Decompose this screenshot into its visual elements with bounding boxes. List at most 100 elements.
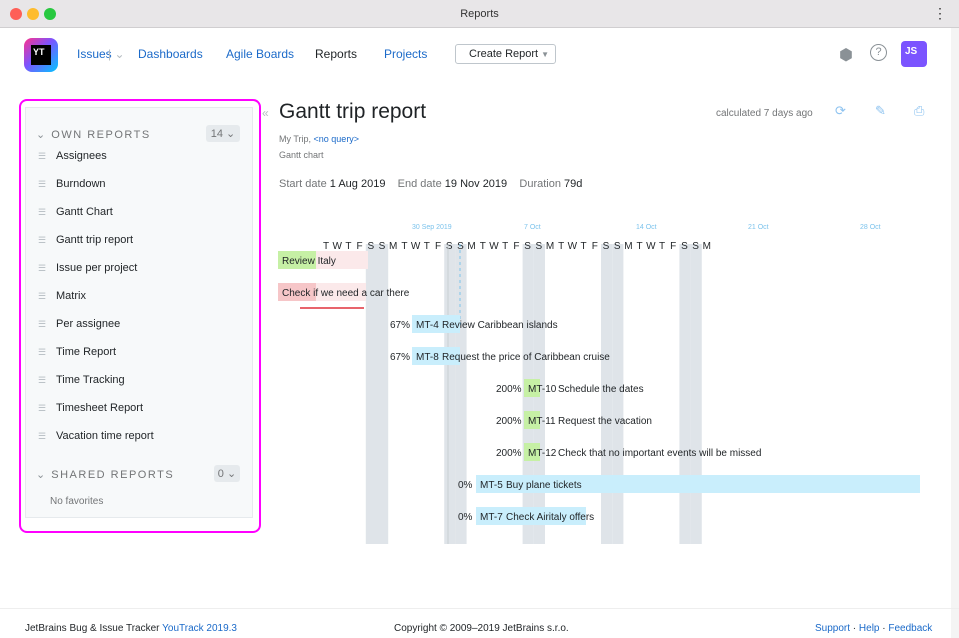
youtrack-logo[interactable]: YT — [24, 38, 58, 72]
copyright: Copyright © 2009–2019 JetBrains s.r.o. — [394, 623, 569, 634]
day-label: T — [659, 241, 665, 252]
report-type: Gantt chart — [279, 150, 324, 160]
task-name: Check Airitaly offers — [506, 512, 594, 523]
kebab-icon[interactable]: ⋮ — [933, 5, 947, 22]
page-scrollbar[interactable] — [951, 28, 959, 638]
collapse-sidebar-icon[interactable]: « — [262, 106, 269, 120]
start-date-label: Start date — [279, 178, 327, 190]
task-id: MT-10 — [528, 384, 557, 395]
day-label: M — [467, 241, 475, 252]
day-label: S — [457, 241, 464, 252]
task-name: Request the vacation — [558, 416, 652, 427]
footer-product: JetBrains Bug & Issue Tracker — [25, 623, 160, 634]
day-label: S — [379, 241, 386, 252]
day-label: T — [424, 241, 430, 252]
nav-issues[interactable]: Issues — [77, 47, 112, 61]
nav-dashboards[interactable]: Dashboards — [138, 47, 203, 61]
task-name: Review Italy — [282, 256, 336, 267]
edit-pencil-icon[interactable]: ✎ — [875, 103, 886, 119]
refresh-icon[interactable]: ⟳ — [835, 103, 846, 119]
footer-left: JetBrains Bug & Issue Tracker YouTrack 2… — [25, 623, 237, 634]
feedback-link[interactable]: Feedback — [888, 623, 932, 634]
task-id: MT-4 — [416, 320, 439, 331]
date-label: 14 Oct — [636, 224, 657, 231]
day-label: S — [681, 241, 688, 252]
weekend-column — [444, 244, 456, 544]
help-link[interactable]: Help — [859, 623, 880, 634]
day-label: F — [592, 241, 598, 252]
support-link[interactable]: Support — [815, 623, 850, 634]
project-name: My Trip, — [279, 134, 312, 144]
date-label: 28 Oct — [860, 224, 881, 231]
task-percent: 200% — [496, 448, 522, 459]
day-label: S — [524, 241, 531, 252]
day-label: F — [513, 241, 519, 252]
day-label: W — [332, 241, 342, 252]
duration-value: 79d — [564, 178, 583, 190]
weekend-column — [679, 244, 691, 544]
nav-projects[interactable]: Projects — [384, 47, 427, 61]
date-label: 7 Oct — [524, 224, 541, 231]
nav-agile-boards[interactable]: Agile Boards — [226, 47, 294, 61]
chevron-down-icon: ▼ — [541, 50, 550, 59]
day-label: T — [502, 241, 508, 252]
task-percent: 67% — [390, 352, 410, 363]
sidebar-highlight — [19, 99, 261, 533]
day-label: S — [535, 241, 542, 252]
task-id: MT-5 — [480, 480, 503, 491]
issues-dropdown-icon[interactable]: | ⌄ — [108, 47, 125, 61]
task-name: Schedule the dates — [558, 384, 644, 395]
task-name: Check if we need a car there — [282, 288, 410, 299]
task-percent: 0% — [458, 480, 473, 491]
version-link[interactable]: YouTrack 2019.3 — [162, 623, 237, 634]
task-id: MT-8 — [416, 352, 439, 363]
end-date-label: End date — [397, 178, 442, 190]
day-label: F — [357, 241, 363, 252]
print-icon[interactable]: ⎙ — [914, 103, 924, 119]
day-label: S — [367, 241, 374, 252]
nav-reports[interactable]: Reports — [315, 47, 357, 61]
end-date-value: 19 Nov 2019 — [444, 178, 508, 190]
day-label: S — [614, 241, 621, 252]
day-label: M — [389, 241, 397, 252]
help-icon[interactable]: ? — [870, 44, 887, 61]
day-label: T — [637, 241, 643, 252]
day-label: T — [558, 241, 564, 252]
report-scope: My Trip, <no query> — [279, 134, 359, 144]
avatar[interactable]: JS — [901, 41, 927, 67]
logo-text: YT — [31, 45, 51, 65]
footer-divider — [0, 608, 959, 609]
task-name: Check that no important events will be m… — [558, 448, 761, 459]
day-label: T — [345, 241, 351, 252]
task-percent: 200% — [496, 416, 522, 427]
duration-label: Duration — [519, 178, 561, 190]
day-label: W — [489, 241, 499, 252]
day-label: W — [568, 241, 578, 252]
settings-hex-icon[interactable]: ⬢ — [839, 45, 853, 65]
gantt-svg: TWTFSSMTWTFSSMTWTFSSMTWTFSSMTWTFSSM30 Se… — [278, 224, 920, 544]
page-title: Gantt trip report — [279, 100, 427, 123]
task-name: Buy plane tickets — [506, 480, 582, 491]
start-date-value: 1 Aug 2019 — [329, 178, 386, 190]
task-id: MT-12 — [528, 448, 557, 459]
create-report-label: Create Report — [469, 48, 539, 60]
task-id: MT-7 — [480, 512, 503, 523]
task-id: MT-11 — [528, 416, 556, 427]
report-dates: Start date 1 Aug 2019 End date 19 Nov 20… — [279, 178, 582, 190]
task-percent: 0% — [458, 512, 473, 523]
day-label: F — [670, 241, 676, 252]
create-report-button[interactable]: Create Report ▼ — [455, 44, 556, 64]
window-title: Reports — [460, 8, 499, 20]
weekend-column — [455, 244, 467, 544]
date-label: 21 Oct — [748, 224, 769, 231]
footer-links: Support · Help · Feedback — [815, 623, 933, 634]
weekend-column — [690, 244, 702, 544]
day-label: S — [446, 241, 453, 252]
task-percent: 67% — [390, 320, 410, 331]
day-label: T — [323, 241, 329, 252]
query-link[interactable]: <no query> — [314, 134, 360, 144]
day-label: M — [624, 241, 632, 252]
gantt-chart[interactable]: TWTFSSMTWTFSSMTWTFSSMTWTFSSMTWTFSSM30 Se… — [278, 216, 926, 556]
task-name: Request the price of Caribbean cruise — [442, 352, 610, 363]
day-label: T — [401, 241, 407, 252]
